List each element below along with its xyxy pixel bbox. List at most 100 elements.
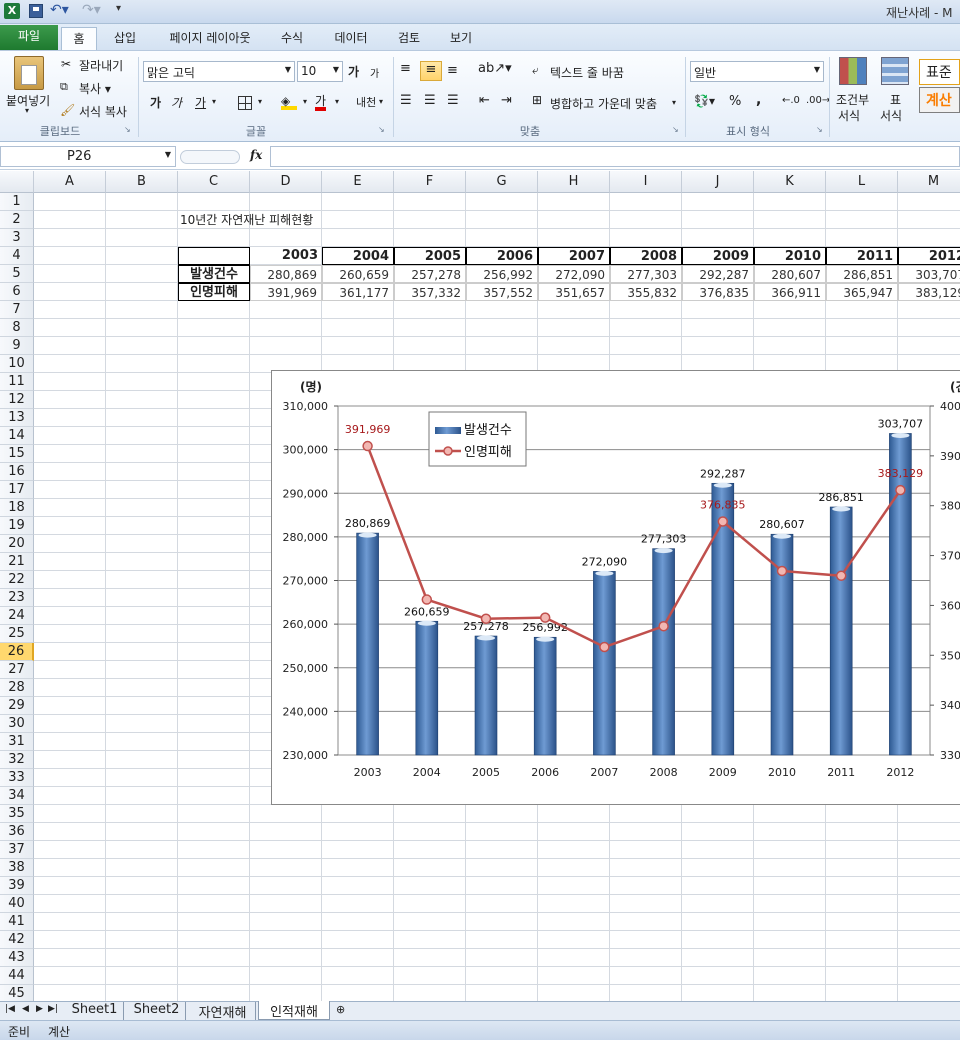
status-calculate[interactable]: 계산: [48, 1023, 70, 1040]
row-header[interactable]: 2: [0, 211, 34, 229]
customize-qat-icon[interactable]: ▾: [116, 3, 121, 14]
chevron-down-icon[interactable]: ▾: [672, 98, 676, 107]
format-painter-icon[interactable]: 🖌: [60, 103, 75, 117]
chevron-down-icon[interactable]: ▾: [303, 97, 307, 106]
row-header[interactable]: 28: [0, 679, 34, 697]
bar-occurrences[interactable]: [889, 433, 912, 756]
paste-dropdown-icon[interactable]: ▾: [25, 106, 29, 115]
table-format-icon[interactable]: [881, 57, 909, 85]
line-point[interactable]: [658, 620, 669, 632]
borders-icon[interactable]: [238, 96, 252, 110]
value-cell[interactable]: 365,947: [826, 283, 898, 301]
row-header[interactable]: 22: [0, 571, 34, 589]
row-label-cell[interactable]: 인명피해: [178, 283, 250, 301]
line-point[interactable]: [480, 613, 492, 624]
row-header[interactable]: 1: [0, 193, 34, 211]
row-header[interactable]: 40: [0, 895, 34, 913]
column-header[interactable]: K: [754, 171, 826, 193]
conditional-format-label[interactable]: 조건부: [836, 91, 869, 108]
redo-icon[interactable]: ↷▾: [82, 2, 101, 18]
table-corner-cell[interactable]: [178, 247, 250, 265]
value-cell[interactable]: 280,607: [754, 265, 826, 283]
style-normal[interactable]: 표준: [919, 59, 960, 85]
row-header[interactable]: 42: [0, 931, 34, 949]
formula-input[interactable]: [270, 146, 960, 167]
row-header[interactable]: 23: [0, 589, 34, 607]
align-center-icon[interactable]: ☰: [424, 93, 436, 108]
row-header[interactable]: 36: [0, 823, 34, 841]
value-cell[interactable]: 280,869: [250, 265, 322, 283]
sheet-tab-2[interactable]: Sheet2: [128, 1002, 186, 1020]
legend[interactable]: 발생건수인명피해: [428, 411, 527, 467]
merge-center-button[interactable]: 병합하고 가운데 맞춤: [550, 95, 657, 112]
sheet-tab-3[interactable]: 자연재해: [190, 1002, 256, 1021]
row-label-cell[interactable]: 발생건수: [178, 265, 250, 283]
row-header[interactable]: 25: [0, 625, 34, 643]
value-cell[interactable]: 355,832: [610, 283, 682, 301]
row-header[interactable]: 29: [0, 697, 34, 715]
tab-review[interactable]: 검토: [388, 27, 430, 51]
sheet-tab-1[interactable]: Sheet1: [66, 1002, 124, 1020]
column-header[interactable]: C: [178, 171, 250, 193]
line-point[interactable]: [421, 594, 433, 605]
column-header[interactable]: J: [682, 171, 754, 193]
row-header[interactable]: 30: [0, 715, 34, 733]
insert-sheet-icon[interactable]: ⊕: [336, 1003, 345, 1016]
tab-insert[interactable]: 삽입: [104, 27, 146, 51]
row-header[interactable]: 11: [0, 373, 34, 391]
column-header[interactable]: B: [106, 171, 178, 193]
value-cell[interactable]: 391,969: [250, 283, 322, 301]
italic-button[interactable]: 가: [171, 94, 182, 111]
sheet-tab-active[interactable]: 인적재해: [258, 1001, 330, 1020]
name-box[interactable]: P26 ▼: [0, 146, 176, 167]
font-size-select[interactable]: 10 ▼: [297, 61, 343, 82]
column-header[interactable]: A: [34, 171, 106, 193]
number-format-select[interactable]: 일반 ▼: [690, 61, 824, 82]
excel-logo-icon[interactable]: X: [4, 3, 20, 19]
align-middle-icon[interactable]: ≡: [420, 61, 442, 81]
value-cell[interactable]: 303,707: [898, 265, 960, 283]
row-header[interactable]: 38: [0, 859, 34, 877]
value-cell[interactable]: 256,992: [466, 265, 538, 283]
year-header-cell[interactable]: 2004: [322, 247, 394, 265]
orientation-icon[interactable]: ab↗▾: [478, 61, 512, 76]
style-calculation[interactable]: 계산: [919, 87, 960, 113]
column-header[interactable]: I: [610, 171, 682, 193]
phonetic-button[interactable]: 내천: [356, 94, 376, 110]
cut-button[interactable]: 잘라내기: [79, 57, 123, 74]
row-header[interactable]: 9: [0, 337, 34, 355]
row-header[interactable]: 35: [0, 805, 34, 823]
line-point[interactable]: [539, 612, 551, 623]
align-right-icon[interactable]: ☰: [447, 93, 459, 108]
shrink-font-button[interactable]: 가: [370, 65, 379, 80]
bar-occurrences[interactable]: [829, 506, 853, 756]
value-cell[interactable]: 357,332: [394, 283, 466, 301]
row-header[interactable]: 21: [0, 553, 34, 571]
value-cell[interactable]: 257,278: [394, 265, 466, 283]
year-header-cell[interactable]: 2008: [610, 247, 682, 265]
copy-icon[interactable]: ⧉: [60, 80, 68, 94]
chart[interactable]: 230,000 240,000 250,000 260,000 270,000 280,0…: [271, 370, 960, 805]
prev-sheet-icon[interactable]: ◀: [22, 1004, 29, 1014]
grow-font-button[interactable]: 가: [348, 63, 359, 80]
value-cell[interactable]: 357,552: [466, 283, 538, 301]
tab-formulas[interactable]: 수식: [272, 27, 312, 51]
row-header[interactable]: 43: [0, 949, 34, 967]
tab-file[interactable]: 파일: [0, 25, 58, 50]
row-header[interactable]: 31: [0, 733, 34, 751]
row-header[interactable]: 5: [0, 265, 34, 283]
bar-occurrences[interactable]: [593, 571, 616, 756]
line-point[interactable]: [599, 641, 610, 653]
row-header[interactable]: 32: [0, 751, 34, 769]
year-header-cell[interactable]: 2010: [754, 247, 826, 265]
value-cell[interactable]: 361,177: [322, 283, 394, 301]
row-header[interactable]: 34: [0, 787, 34, 805]
conditional-format-icon[interactable]: [839, 57, 867, 85]
value-cell[interactable]: 383,129: [898, 283, 960, 301]
line-point[interactable]: [895, 484, 906, 496]
column-header[interactable]: D: [250, 171, 322, 193]
row-header[interactable]: 14: [0, 427, 34, 445]
row-header[interactable]: 24: [0, 607, 34, 625]
comma-button[interactable]: ,: [756, 92, 761, 108]
value-cell[interactable]: 292,287: [682, 265, 754, 283]
